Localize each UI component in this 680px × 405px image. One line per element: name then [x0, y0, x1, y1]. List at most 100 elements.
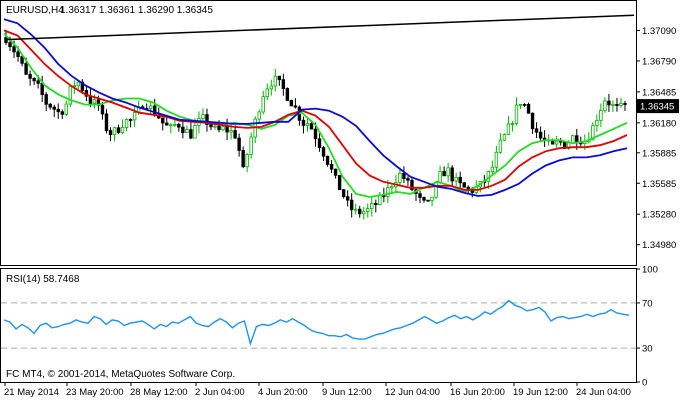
candle-body — [108, 130, 113, 136]
time-axis-label: 2 Jun 04:00 — [195, 387, 245, 398]
price-chart-svg[interactable]: 1.37090 1.36790 1.36485 1.36180 1.35885 1.355… — [0, 0, 680, 400]
candle-body — [245, 154, 249, 168]
candle-body — [362, 211, 366, 215]
candle-body — [92, 99, 97, 104]
candle-body — [169, 124, 173, 127]
candle-body — [193, 125, 197, 139]
candle-body — [442, 171, 446, 177]
candle-body — [530, 112, 535, 130]
candle-body — [446, 167, 450, 177]
candle-body — [229, 130, 233, 133]
candle-body — [510, 123, 515, 125]
rsi-axis-label: 70 — [642, 298, 653, 309]
candle-body — [8, 42, 12, 48]
candle-body — [153, 105, 157, 116]
candle-body — [406, 178, 410, 181]
candle-body — [337, 174, 342, 191]
candle-body — [426, 199, 430, 202]
price-axis-label: 1.36485 — [642, 87, 676, 98]
candle-body — [522, 103, 527, 106]
candle-body — [16, 51, 20, 57]
candle-body — [12, 46, 16, 53]
candle-body — [353, 208, 358, 211]
candle-body — [603, 100, 607, 111]
candle-body — [64, 103, 68, 115]
candle-body — [165, 122, 169, 126]
time-axis-label: 24 Jun 04:00 — [576, 387, 631, 398]
candle-body — [506, 123, 511, 135]
candle-body — [623, 103, 627, 105]
candle-body — [349, 199, 354, 211]
candle-body — [514, 104, 519, 124]
candle-body — [56, 108, 60, 113]
candle-body — [213, 125, 217, 128]
candle-body — [20, 56, 24, 64]
candle-body — [221, 126, 225, 131]
candle-body — [611, 104, 615, 106]
candle-body — [249, 136, 253, 155]
candle-body — [44, 94, 48, 105]
candle-body — [374, 203, 378, 206]
candle-body — [554, 140, 559, 145]
candle-body — [321, 147, 326, 157]
price-axis-label: 1.35885 — [642, 148, 676, 159]
candle-body — [289, 100, 294, 107]
rsi-panel-frame — [0, 268, 637, 383]
candle-body — [595, 120, 599, 126]
candle-body — [100, 104, 105, 115]
candle-body — [450, 167, 454, 182]
rsi-axis-label: 30 — [642, 344, 653, 355]
candle-body — [502, 134, 507, 141]
candle-body — [181, 126, 185, 134]
candle-body — [225, 126, 229, 133]
candle-body — [237, 137, 241, 151]
candle-body — [422, 197, 426, 201]
candle-body — [257, 111, 261, 120]
candle-body — [345, 196, 350, 201]
candle-body — [438, 171, 442, 183]
candle-body — [325, 155, 330, 165]
candle-body — [60, 111, 64, 115]
candle-body — [462, 182, 466, 188]
candle-body — [88, 95, 93, 104]
price-axis-label: 1.34980 — [642, 240, 676, 251]
candle-body — [28, 73, 32, 79]
candle-body — [132, 112, 137, 121]
chart-window[interactable]: 1.37090 1.36790 1.36485 1.36180 1.35885 1.355… — [0, 0, 680, 400]
price-axis-label: 1.36180 — [642, 118, 676, 129]
candle-body — [358, 208, 362, 215]
candle-body — [309, 123, 314, 130]
candle-body — [418, 193, 422, 198]
candle-body — [52, 106, 56, 110]
candle-body — [390, 186, 394, 189]
candle-body — [599, 110, 603, 121]
candle-body — [161, 117, 165, 124]
copyright-text: FC MT4, © 2001-2014, MetaQuotes Software… — [6, 369, 235, 380]
candle-body — [494, 151, 499, 168]
candle-body — [534, 128, 539, 133]
current-price-label: 1.36345 — [640, 102, 674, 113]
candle-body — [261, 96, 265, 113]
candle-body — [104, 113, 109, 131]
candle-body — [490, 166, 495, 172]
candle-body — [341, 189, 346, 198]
candle-body — [173, 123, 177, 126]
candle-body — [124, 119, 129, 128]
price-axis-label: 1.36790 — [642, 56, 676, 67]
candle-body — [177, 123, 181, 128]
candle-body — [201, 114, 205, 119]
candle-body — [454, 176, 458, 182]
time-axis-label: 21 May 2014 — [4, 387, 59, 398]
candle-body — [571, 135, 575, 144]
candle-body — [538, 131, 543, 139]
time-axis-label: 4 Jun 20:00 — [258, 387, 308, 398]
candle-body — [526, 104, 531, 114]
candle-body — [217, 125, 221, 131]
candle-body — [498, 139, 503, 153]
candle-body — [76, 81, 81, 87]
candle-body — [281, 79, 286, 89]
candle-body — [615, 104, 619, 106]
candle-body — [466, 186, 470, 190]
time-axis-label: 12 Jun 04:00 — [385, 387, 440, 398]
candle-body — [116, 127, 121, 133]
